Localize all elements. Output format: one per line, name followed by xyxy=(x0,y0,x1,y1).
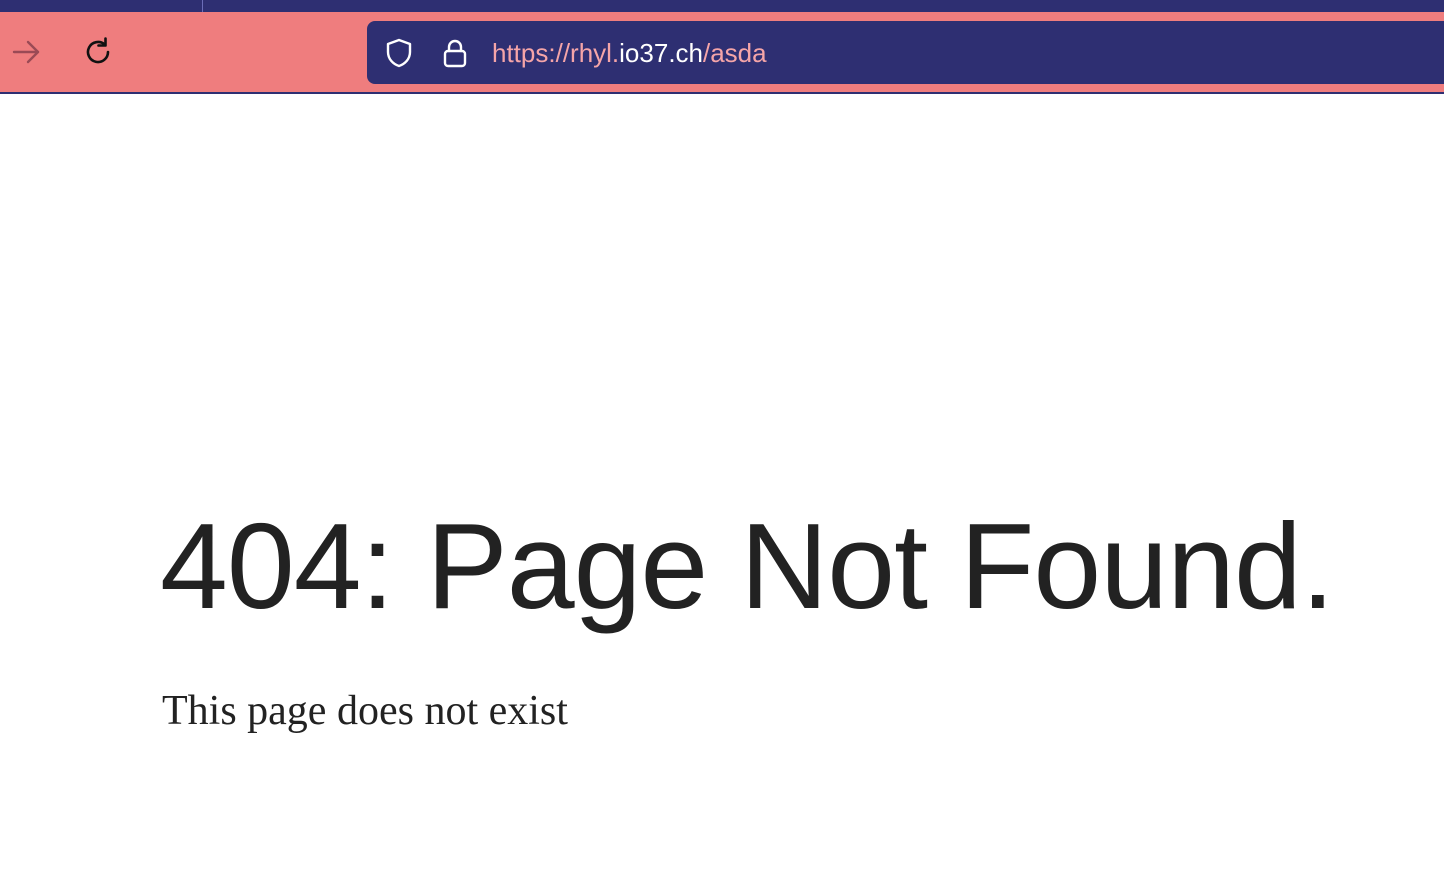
lock-icon[interactable] xyxy=(439,37,471,69)
error-headline: 404: Page Not Found. xyxy=(160,498,1335,634)
url-path: /asda xyxy=(703,38,767,68)
reload-icon xyxy=(81,35,115,74)
shield-icon[interactable] xyxy=(383,37,415,69)
forward-button[interactable] xyxy=(6,34,46,74)
error-message: This page does not exist xyxy=(162,688,568,734)
tab-strip xyxy=(0,0,1444,12)
reload-button[interactable] xyxy=(78,34,118,74)
url-host: io37.ch xyxy=(619,38,703,68)
browser-toolbar: https://rhyl.io37.ch/asda xyxy=(0,12,1444,92)
url-text[interactable]: https://rhyl.io37.ch/asda xyxy=(492,36,767,70)
address-bar[interactable]: https://rhyl.io37.ch/asda xyxy=(367,21,1444,84)
url-prefix: https://rhyl. xyxy=(492,38,620,68)
page-content: 404: Page Not Found. This page does not … xyxy=(0,94,1444,876)
tab-divider xyxy=(202,0,203,12)
arrow-right-icon xyxy=(9,35,43,74)
